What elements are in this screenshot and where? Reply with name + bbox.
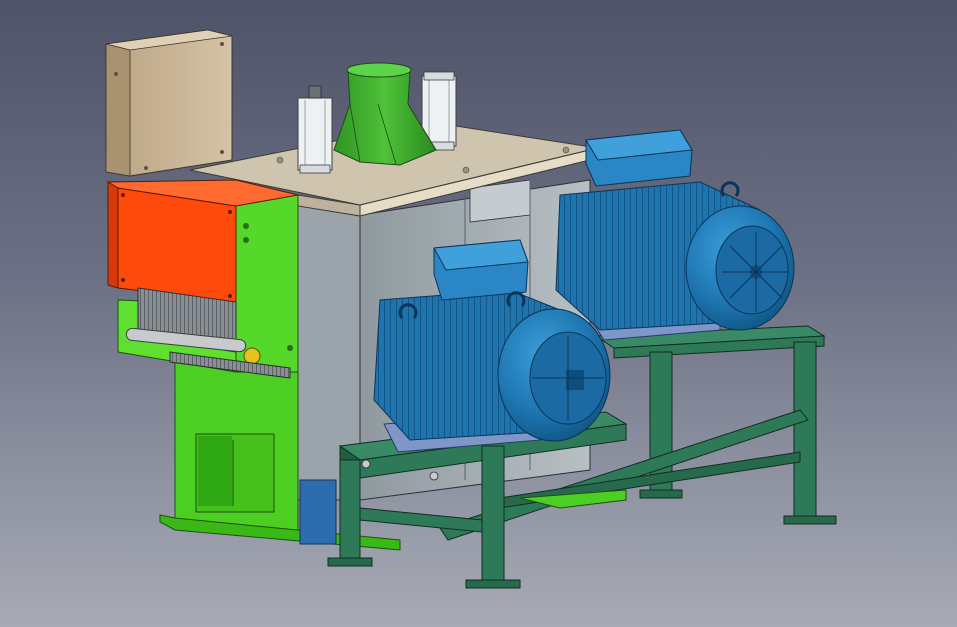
feed-hopper[interactable] [333, 62, 437, 166]
electric-motor-rear[interactable] [555, 129, 795, 341]
cad-3d-viewport[interactable] [0, 0, 957, 627]
cad-model-scene[interactable] [0, 0, 957, 627]
control-cabinet[interactable] [105, 29, 233, 177]
pneumatic-cylinder-left[interactable] [297, 85, 333, 174]
